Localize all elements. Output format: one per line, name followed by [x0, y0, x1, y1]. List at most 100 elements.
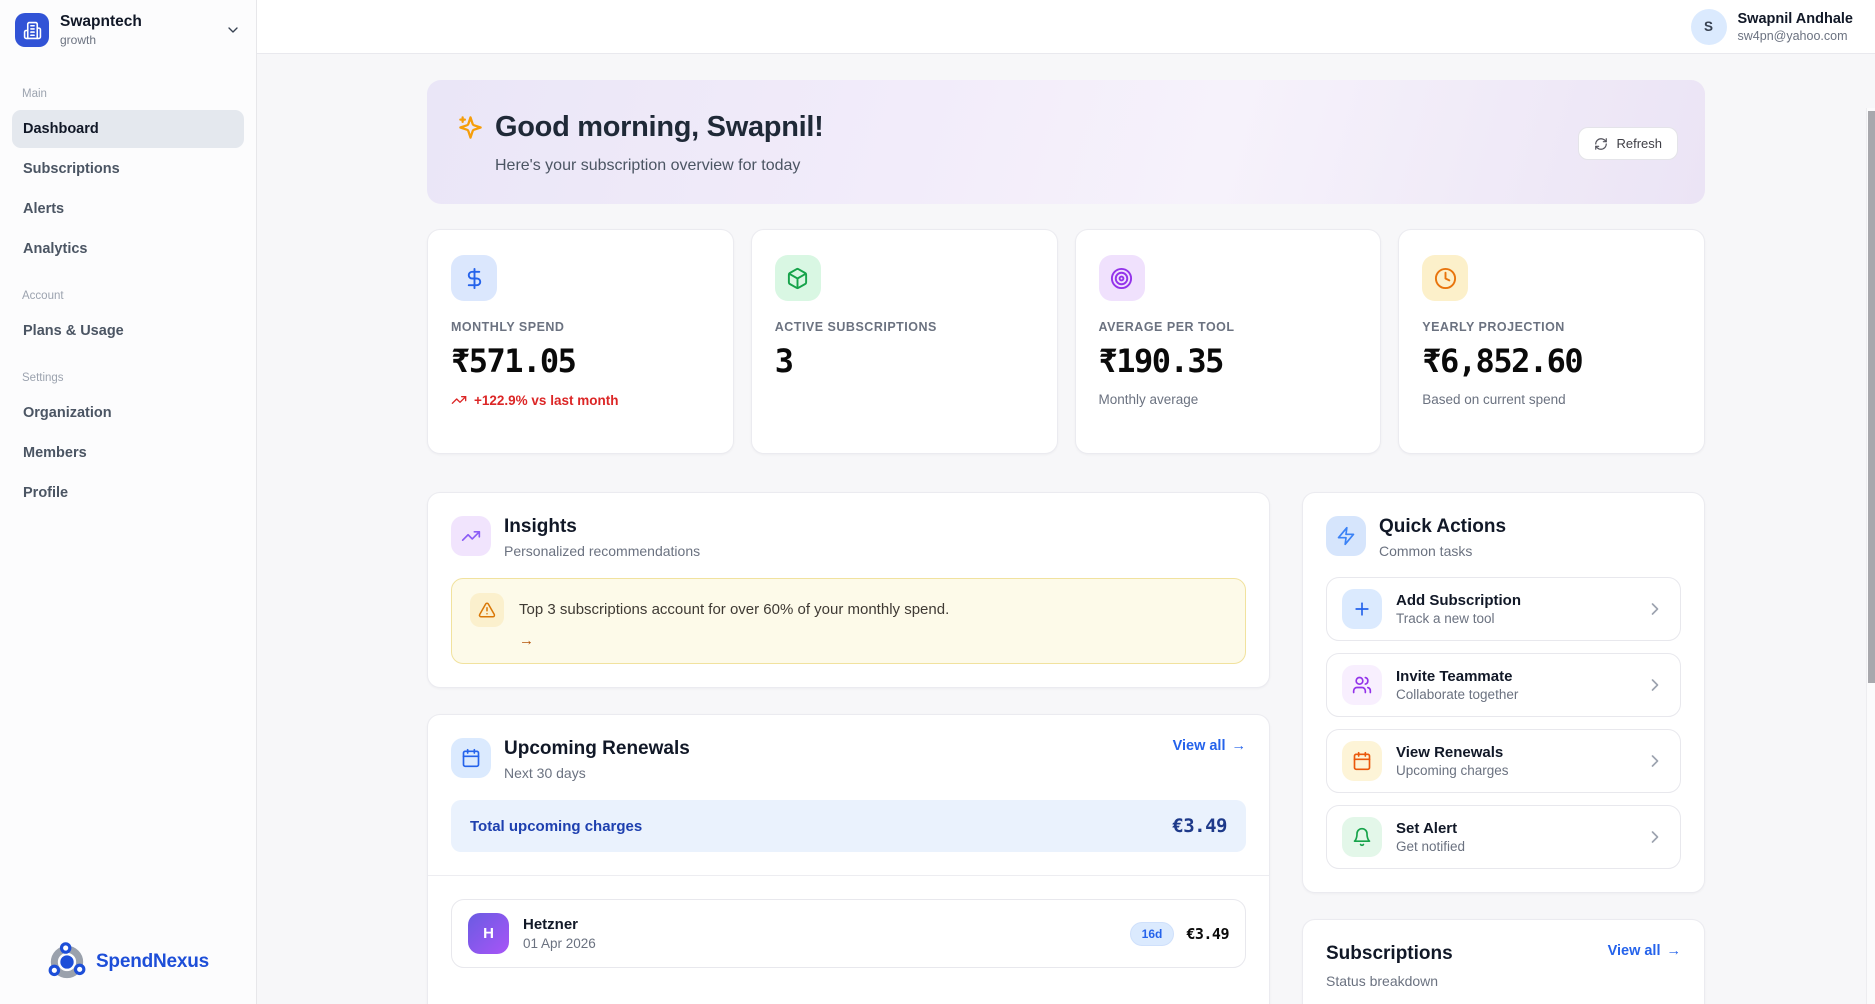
refresh-label: Refresh — [1616, 136, 1662, 151]
sidebar: Swapntech growth Main Dashboard Subscrip… — [0, 0, 257, 1004]
building-icon — [15, 13, 49, 47]
left-column: Insights Personalized recommendations To… — [427, 492, 1270, 1004]
user-email: sw4pn@yahoo.com — [1738, 29, 1853, 43]
sidebar-nav: Main Dashboard Subscriptions Alerts Anal… — [0, 60, 256, 512]
chevron-right-icon — [1645, 599, 1665, 619]
sidebar-item-alerts[interactable]: Alerts — [12, 190, 244, 228]
plus-icon — [1342, 589, 1382, 629]
insights-subtitle: Personalized recommendations — [504, 543, 700, 559]
chevron-right-icon — [1645, 675, 1665, 695]
stat-label: ACTIVE SUBSCRIPTIONS — [775, 320, 1034, 334]
renewal-amount: €3.49 — [1186, 925, 1229, 943]
total-upcoming-bar: Total upcoming charges €3.49 — [451, 800, 1246, 852]
quick-action-add-subscription[interactable]: Add Subscription Track a new tool — [1326, 577, 1681, 641]
quick-action-invite-teammate[interactable]: Invite Teammate Collaborate together — [1326, 653, 1681, 717]
clock-icon — [1422, 255, 1468, 301]
stat-note: Monthly average — [1099, 392, 1358, 407]
user-menu[interactable]: S Swapnil Andhale sw4pn@yahoo.com — [1691, 9, 1853, 45]
insight-alert[interactable]: Top 3 subscriptions account for over 60%… — [451, 578, 1246, 665]
upcoming-renewals-panel: Upcoming Renewals Next 30 days View all … — [427, 714, 1270, 1004]
target-icon — [1099, 255, 1145, 301]
stat-card-active-subscriptions: ACTIVE SUBSCRIPTIONS 3 — [751, 229, 1058, 454]
qa-subtitle: Upcoming charges — [1396, 763, 1509, 778]
refresh-button[interactable]: Refresh — [1578, 127, 1678, 160]
quick-action-set-alert[interactable]: Set Alert Get notified — [1326, 805, 1681, 869]
scrollbar[interactable] — [1866, 108, 1875, 1004]
total-upcoming-value: €3.49 — [1172, 815, 1227, 837]
topbar: S Swapnil Andhale sw4pn@yahoo.com — [257, 0, 1875, 54]
user-name: Swapnil Andhale — [1738, 10, 1853, 28]
page-title: Good morning, Swapnil! — [495, 108, 824, 146]
users-icon — [1342, 665, 1382, 705]
stat-trend: +122.9% vs last month — [451, 392, 710, 408]
package-icon — [775, 255, 821, 301]
stat-card-average-per-tool: AVERAGE PER TOOL ₹190.35 Monthly average — [1075, 229, 1382, 454]
qa-title: Add Subscription — [1396, 592, 1521, 609]
days-badge: 16d — [1130, 922, 1175, 946]
sidebar-item-members[interactable]: Members — [12, 434, 244, 472]
vendor-avatar: H — [468, 913, 509, 954]
stat-note: Based on current spend — [1422, 392, 1681, 407]
stat-card-yearly-projection: YEARLY PROJECTION ₹6,852.60 Based on cur… — [1398, 229, 1705, 454]
stat-card-monthly-spend: MONTHLY SPEND ₹571.05 +122.9% vs last mo… — [427, 229, 734, 454]
qa-subtitle: Get notified — [1396, 839, 1465, 854]
calendar-icon — [1342, 741, 1382, 781]
calendar-icon — [451, 738, 491, 778]
sidebar-item-dashboard[interactable]: Dashboard — [12, 110, 244, 148]
renewals-view-all-link[interactable]: View all → — [1173, 738, 1246, 754]
insights-panel: Insights Personalized recommendations To… — [427, 492, 1270, 688]
brand-name: SpendNexus — [96, 951, 209, 973]
chevron-right-icon — [1645, 827, 1665, 847]
quick-action-view-renewals[interactable]: View Renewals Upcoming charges — [1326, 729, 1681, 793]
sidebar-item-subscriptions[interactable]: Subscriptions — [12, 150, 244, 188]
renewals-title: Upcoming Renewals — [504, 738, 690, 761]
alert-triangle-icon — [470, 593, 504, 627]
renewal-date: 01 Apr 2026 — [523, 936, 596, 951]
quick-actions-subtitle: Common tasks — [1379, 543, 1506, 559]
sidebar-item-profile[interactable]: Profile — [12, 474, 244, 512]
content: Good morning, Swapnil! Here's your subsc… — [257, 54, 1875, 1004]
subscriptions-panel: Subscriptions Status breakdown View all … — [1302, 919, 1705, 1004]
nav-section-label: Settings — [22, 372, 234, 384]
zap-icon — [1326, 516, 1366, 556]
nav-section-label: Account — [22, 290, 234, 302]
renewals-subtitle: Next 30 days — [504, 765, 690, 781]
renewals-list: H Hetzner 01 Apr 2026 16d €3.49 — [428, 876, 1269, 991]
quick-actions-title: Quick Actions — [1379, 516, 1506, 539]
nav-section-label: Main — [22, 88, 234, 100]
org-switcher[interactable]: Swapntech growth — [0, 0, 256, 60]
app-window: Swapntech growth Main Dashboard Subscrip… — [0, 0, 1875, 1004]
sidebar-item-organization[interactable]: Organization — [12, 394, 244, 432]
total-upcoming-label: Total upcoming charges — [470, 818, 642, 835]
stats-row: MONTHLY SPEND ₹571.05 +122.9% vs last mo… — [427, 229, 1705, 454]
alert-text: Top 3 subscriptions account for over 60%… — [519, 593, 949, 620]
subscriptions-view-all-link[interactable]: View all → — [1608, 943, 1681, 959]
stat-label: YEARLY PROJECTION — [1422, 320, 1681, 334]
sidebar-item-plans-usage[interactable]: Plans & Usage — [12, 312, 244, 350]
qa-subtitle: Track a new tool — [1396, 611, 1521, 626]
trending-up-icon — [451, 392, 467, 408]
stat-label: AVERAGE PER TOOL — [1099, 320, 1358, 334]
refresh-icon — [1594, 137, 1608, 151]
subscriptions-subtitle: Status breakdown — [1326, 973, 1453, 989]
stat-value: ₹571.05 — [451, 342, 710, 380]
sidebar-item-analytics[interactable]: Analytics — [12, 230, 244, 268]
insights-title: Insights — [504, 516, 700, 539]
qa-title: Invite Teammate — [1396, 668, 1518, 685]
brand-mark-icon — [47, 942, 87, 982]
renewal-row-hetzner[interactable]: H Hetzner 01 Apr 2026 16d €3.49 — [451, 899, 1246, 968]
trending-up-icon — [451, 516, 491, 556]
stat-label: MONTHLY SPEND — [451, 320, 710, 334]
greeting-banner: Good morning, Swapnil! Here's your subsc… — [427, 80, 1705, 204]
scrollbar-thumb[interactable] — [1868, 111, 1875, 683]
page-subtitle: Here's your subscription overview for to… — [495, 156, 1675, 176]
sparkles-icon — [457, 114, 484, 141]
org-plan: growth — [60, 33, 142, 47]
stat-value: ₹190.35 — [1099, 342, 1358, 380]
brand-logo: SpendNexus — [0, 942, 256, 982]
quick-actions-panel: Quick Actions Common tasks Add Subscript… — [1302, 492, 1705, 893]
stat-value: 3 — [775, 342, 1034, 380]
arrow-right-icon: → — [1232, 738, 1247, 754]
arrow-right-icon: → — [519, 632, 949, 649]
bell-icon — [1342, 817, 1382, 857]
